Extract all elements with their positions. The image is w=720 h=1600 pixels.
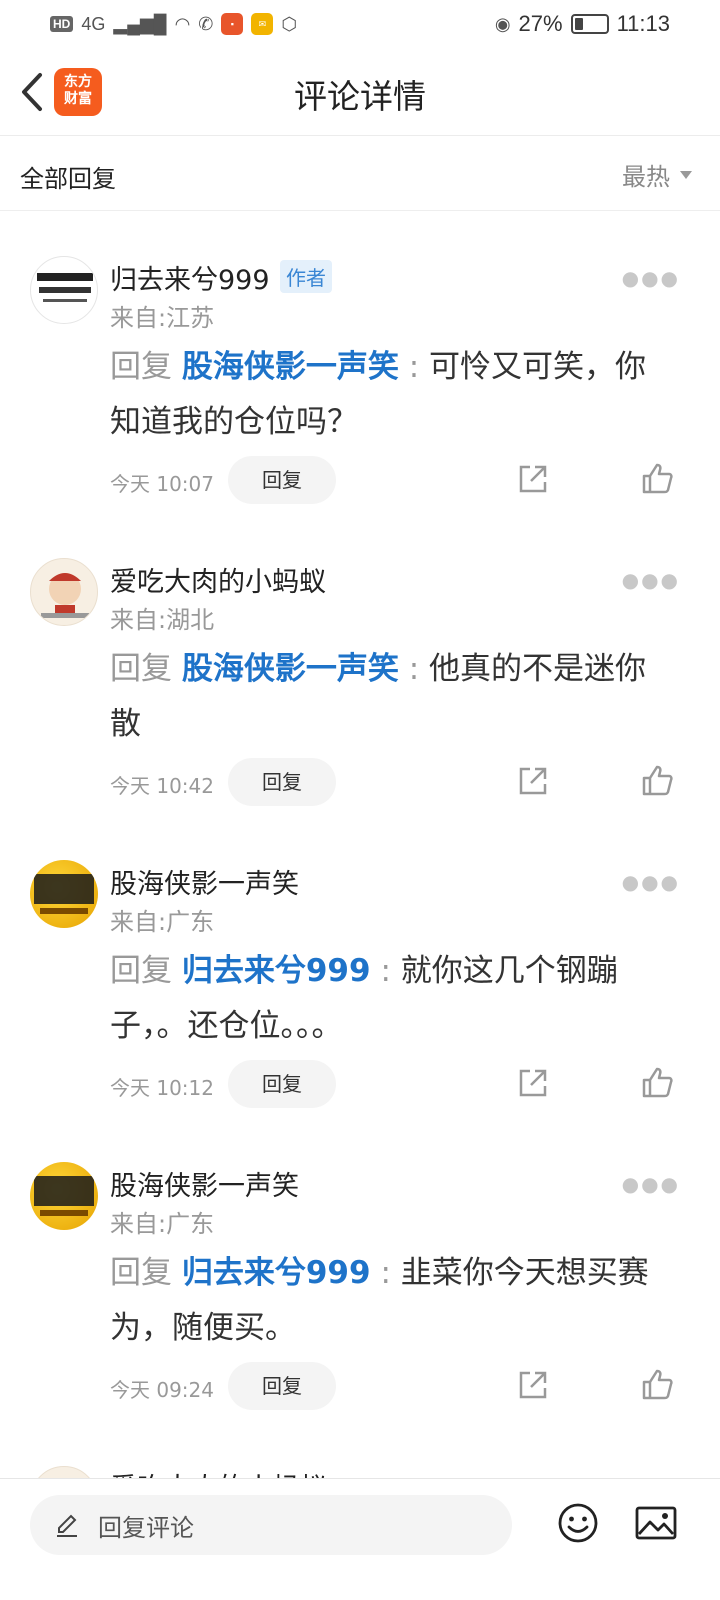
avatar[interactable] [30,1162,98,1230]
image-icon[interactable] [634,1501,678,1545]
filter-bar: 全部回复 最热 [0,137,720,211]
clock: 11:13 [616,11,670,36]
missed-call-icon: ✆ [198,13,214,34]
comment-item: 归去来兮999 作者 来自:江苏 ●●● 回复 股海侠影一声笑 : 可怜又可笑，… [0,256,720,558]
author-badge: 作者 [280,260,332,293]
pencil-icon [57,1514,77,1537]
comment-item: 股海侠影一声笑 来自:广东 ●●● 回复 归去来兮999 : 韭菜你今天想买赛为… [0,1162,720,1464]
share-icon[interactable] [516,1368,550,1402]
location: 来自:湖北 [110,606,215,634]
hd-icon: HD [50,16,74,32]
all-replies-label: 全部回复 [20,165,116,193]
share-icon[interactable] [516,1066,550,1100]
sort-label: 最热 [622,163,670,191]
more-options-icon[interactable]: ●●● [622,1172,680,1196]
comment-item: 股海侠影一声笑 来自:广东 ●●● 回复 归去来兮999 : 就你这几个钢蹦子，… [0,860,720,1162]
location: 来自:江苏 [110,304,215,332]
user-name[interactable]: 归去来兮999 [110,258,270,297]
avatar-image-icon [34,1176,94,1216]
top-nav: 东方 财富 评论详情 [0,48,720,136]
reply-target-link[interactable]: 归去来兮999 [182,953,371,989]
page-title: 评论详情 [294,77,426,116]
user-name[interactable]: 爱吃大肉的小蚂蚁 [110,1466,326,1478]
eye-icon: ◉ [494,13,511,34]
location: 来自:广东 [110,908,215,936]
reply-colon: : [408,349,420,385]
comment-text: 回复 股海侠影一声笑 : 可怜又可笑，你知道我的仓位吗？ [110,340,670,450]
hand-icon: ⬡ [281,13,298,34]
more-options-icon[interactable]: ●●● [622,568,680,592]
avatar[interactable] [30,1466,98,1478]
avatar-image-icon [34,874,94,914]
reply-prefix: 回复 [110,953,172,989]
comment-item-partial: 爱吃大肉的小蚂蚁 [0,1462,720,1478]
user-name[interactable]: 股海侠影一声笑 [110,862,299,901]
reply-button[interactable]: 回复 [228,456,336,504]
reply-colon: : [408,651,420,687]
reply-target-link[interactable]: 股海侠影一声笑 [182,349,399,385]
comment-item: 爱吃大肉的小蚂蚁 来自:湖北 ●●● 回复 股海侠影一声笑 : 他真的不是迷你散… [0,558,720,860]
reply-target-link[interactable]: 归去来兮999 [182,1255,371,1291]
reply-button[interactable]: 回复 [228,1362,336,1410]
emoji-icon[interactable] [556,1501,600,1545]
reply-prefix: 回复 [110,651,172,687]
avatar[interactable] [30,558,98,626]
thumbs-up-icon[interactable] [640,764,674,798]
user-name[interactable]: 爱吃大肉的小蚂蚁 [110,560,326,599]
avatar[interactable] [30,256,98,324]
battery-icon [570,14,609,34]
timestamp: 今天 10:42 [110,774,214,798]
more-options-icon[interactable]: ●●● [622,870,680,894]
timestamp: 今天 10:12 [110,1076,214,1100]
app-notification-icon: ▪ [221,13,244,35]
user-name[interactable]: 股海侠影一声笑 [110,1164,299,1203]
comment-text: 回复 归去来兮999 : 就你这几个钢蹦子，。还仓位。。。 [110,944,670,1054]
reply-input-placeholder: 回复评论 [98,1513,194,1542]
reply-comment-input[interactable]: 回复评论 [30,1495,512,1555]
reply-prefix: 回复 [110,349,172,385]
reply-button[interactable]: 回复 [228,758,336,806]
wifi-icon: ◠ [174,13,191,34]
sort-dropdown[interactable]: 最热 [622,157,692,192]
reply-colon: : [380,953,391,989]
mail-icon: ✉ [251,13,274,35]
network-label: 4G [81,13,106,34]
location: 来自:广东 [110,1210,215,1238]
comment-text: 回复 归去来兮999 : 韭菜你今天想买赛为，随便买。 [110,1246,670,1356]
more-options-icon[interactable]: ●●● [622,266,680,290]
comment-text: 回复 股海侠影一声笑 : 他真的不是迷你散 [110,642,670,752]
share-icon[interactable] [516,462,550,496]
battery-percent: 27% [518,11,563,36]
avatar-image-icon [41,573,89,618]
dropdown-triangle-icon [680,170,692,179]
signal-icon: ▂▄▆█ [113,13,167,34]
timestamp: 今天 10:07 [110,472,214,496]
timestamp: 今天 09:24 [110,1378,214,1402]
share-icon[interactable] [516,764,550,798]
avatar[interactable] [30,860,98,928]
reply-prefix: 回复 [110,1255,172,1291]
reply-colon: : [380,1255,391,1291]
thumbs-up-icon[interactable] [640,1368,674,1402]
bottom-bar: 回复评论 [0,1478,720,1600]
thumbs-up-icon[interactable] [640,1066,674,1100]
status-bar: HD 4G ▂▄▆█ ◠ ✆ ▪ ✉ ⬡ ◉ 27% 11:13 [0,0,720,48]
reply-button[interactable]: 回复 [228,1060,336,1108]
reply-target-link[interactable]: 股海侠影一声笑 [182,651,399,687]
thumbs-up-icon[interactable] [640,462,674,496]
avatar-image-icon [37,273,93,302]
